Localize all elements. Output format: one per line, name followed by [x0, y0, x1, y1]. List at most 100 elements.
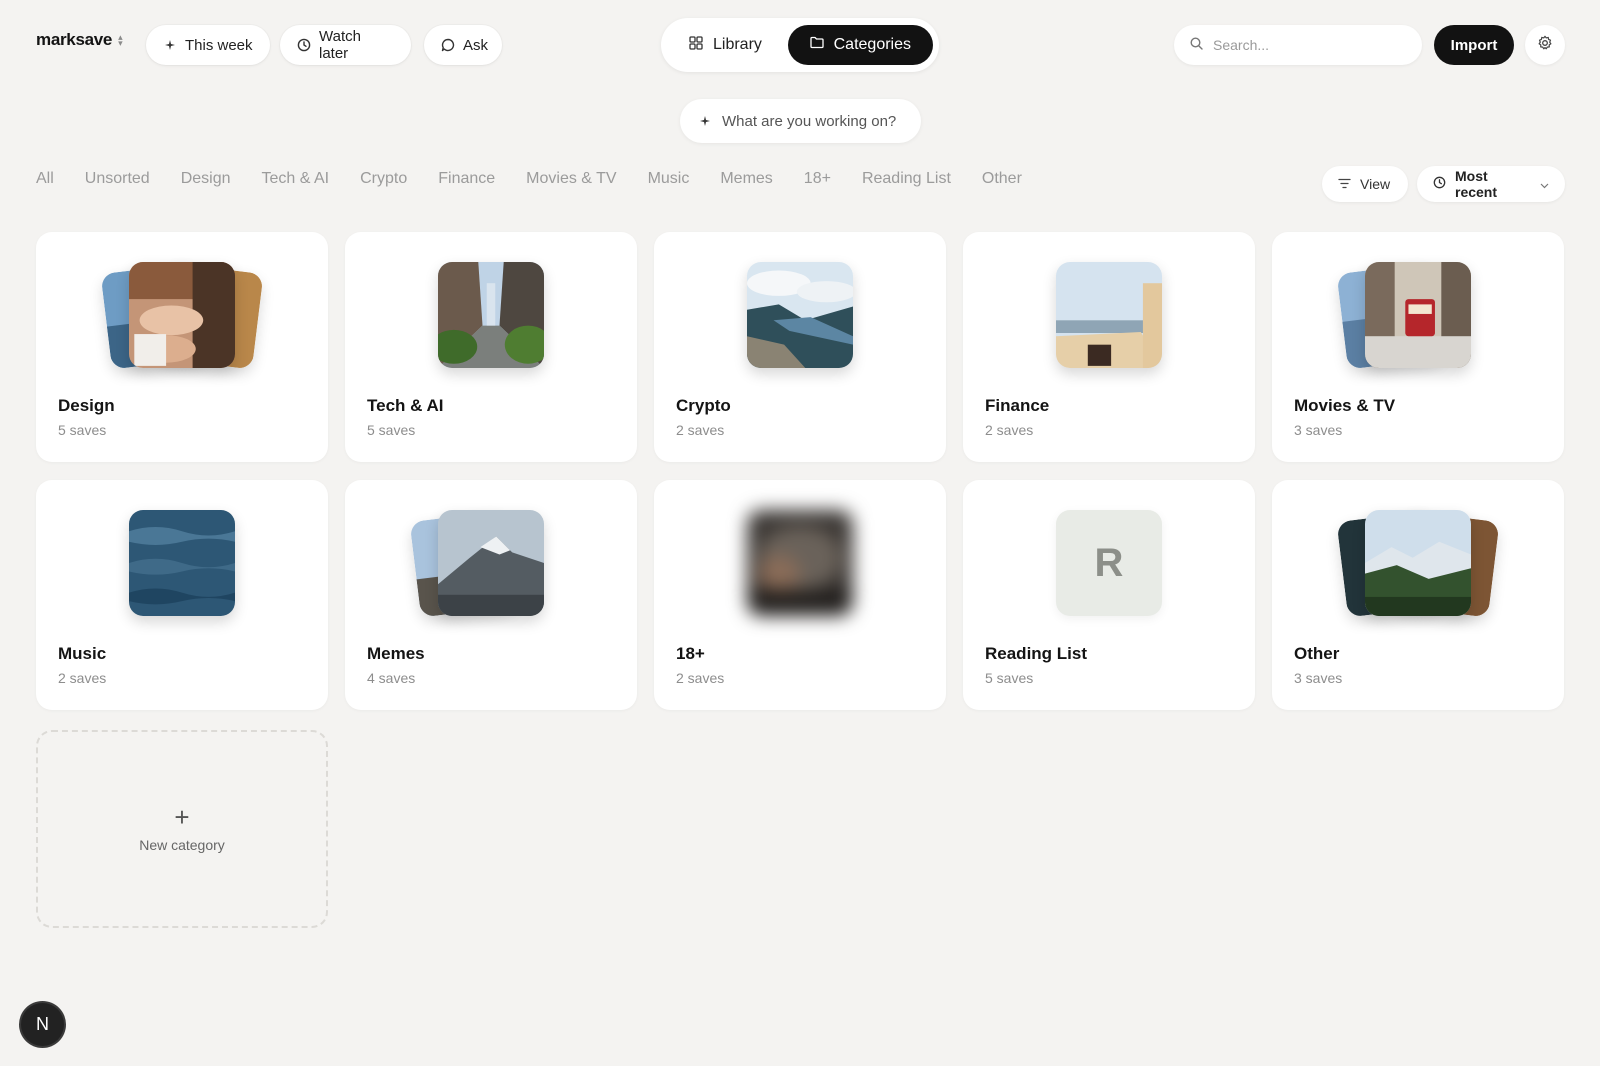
search-placeholder: Search... [1213, 37, 1270, 53]
category-card-design[interactable]: Design 5 saves [36, 232, 328, 462]
letter-placeholder-thumbnail: R [1056, 510, 1162, 616]
category-count: 2 saves [58, 670, 107, 686]
thumbnail-stack [345, 262, 637, 370]
sort-label: Most recent [1455, 168, 1498, 200]
category-filter-tabs: All Unsorted Design Tech & AI Crypto Fin… [36, 170, 1022, 188]
thumbnail-stack [345, 510, 637, 618]
clock-icon [1433, 176, 1446, 192]
thumbnail-stack [1272, 262, 1564, 370]
chat-bubble-icon [441, 38, 455, 52]
thumbnail-stack: R [963, 510, 1255, 618]
category-card-crypto[interactable]: Crypto 2 saves [654, 232, 946, 462]
sort-dropdown[interactable]: Most recent [1417, 166, 1565, 202]
ask-prompt-input[interactable]: What are you working on? [680, 99, 921, 143]
avatar[interactable]: N [21, 1003, 64, 1046]
filter-tech-ai[interactable]: Tech & AI [262, 170, 330, 188]
filter-unsorted[interactable]: Unsorted [85, 170, 150, 188]
filter-18-plus[interactable]: 18+ [804, 170, 831, 188]
ask-label: Ask [463, 36, 489, 54]
category-title: Movies & TV [1294, 396, 1396, 415]
clock-icon [297, 38, 311, 52]
category-count: 3 saves [1294, 422, 1343, 438]
category-count: 3 saves [1294, 670, 1343, 686]
category-title: 18+ [676, 644, 705, 663]
category-title: Tech & AI [367, 396, 444, 415]
category-title: Crypto [676, 396, 731, 415]
ask-prompt-text: What are you working on? [722, 112, 897, 130]
category-title: Memes [367, 644, 425, 663]
thumbnail-image [438, 262, 544, 368]
thumbnail-stack [654, 262, 946, 370]
new-category-button[interactable]: + New category [36, 730, 328, 928]
brand-name: marksave [36, 30, 113, 49]
thumbnail-image [1365, 510, 1471, 616]
category-card-18-plus[interactable]: 18+ 2 saves [654, 480, 946, 710]
category-count: 5 saves [985, 670, 1034, 686]
search-input[interactable]: Search... [1174, 25, 1422, 65]
view-label: View [1360, 176, 1391, 192]
category-card-other[interactable]: Other 3 saves [1272, 480, 1564, 710]
filter-other[interactable]: Other [982, 170, 1022, 188]
tab-library-label: Library [713, 36, 762, 53]
sparkle-icon [163, 38, 177, 52]
thumbnail-image [438, 510, 544, 616]
category-card-reading-list[interactable]: R Reading List 5 saves [963, 480, 1255, 710]
category-card-finance[interactable]: Finance 2 saves [963, 232, 1255, 462]
thumbnail-image [129, 510, 235, 616]
category-card-memes[interactable]: Memes 4 saves [345, 480, 637, 710]
category-card-tech-ai[interactable]: Tech & AI 5 saves [345, 232, 637, 462]
thumbnail-stack [1272, 510, 1564, 618]
filter-lines-icon [1338, 176, 1351, 192]
tab-categories[interactable]: Categories [787, 25, 933, 65]
category-title: Reading List [985, 644, 1088, 663]
thumbnail-image [129, 262, 235, 368]
tab-library[interactable]: Library [667, 25, 784, 65]
top-bar: marksave ▴ ▾ This week Watch later Ask Li… [0, 0, 1600, 92]
view-options-button[interactable]: View [1322, 166, 1408, 202]
filter-design[interactable]: Design [181, 170, 231, 188]
blurred-thumbnail-image [747, 510, 853, 616]
category-card-movies-tv[interactable]: Movies & TV 3 saves [1272, 232, 1564, 462]
category-title: Other [1294, 644, 1340, 663]
thumbnail-image [747, 262, 853, 368]
gear-icon [1537, 35, 1553, 56]
thumbnail-stack [36, 262, 328, 370]
filter-memes[interactable]: Memes [720, 170, 772, 188]
search-icon [1190, 37, 1203, 53]
chevron-down-icon [1540, 176, 1549, 192]
filter-finance[interactable]: Finance [438, 170, 495, 188]
filter-all[interactable]: All [36, 170, 54, 188]
grid-icon [689, 35, 703, 55]
category-grid: Design 5 saves Tech & AI 5 saves Crypto … [36, 232, 1564, 710]
category-count: 4 saves [367, 670, 416, 686]
category-count: 5 saves [58, 422, 107, 438]
filter-movies-tv[interactable]: Movies & TV [526, 170, 616, 188]
this-week-label: This week [185, 36, 253, 54]
thumbnail-image [1365, 262, 1471, 368]
this-week-button[interactable]: This week [146, 25, 270, 65]
settings-button[interactable] [1525, 25, 1565, 65]
category-title: Design [58, 396, 115, 415]
filter-crypto[interactable]: Crypto [360, 170, 407, 188]
chevron-up-down-icon: ▴ ▾ [118, 32, 123, 48]
new-category-label: New category [139, 837, 225, 853]
filter-reading-list[interactable]: Reading List [862, 170, 951, 188]
category-count: 5 saves [367, 422, 416, 438]
thumbnail-stack [654, 510, 946, 618]
category-count: 2 saves [676, 670, 725, 686]
sparkle-icon [700, 113, 710, 130]
import-button[interactable]: Import [1434, 25, 1514, 65]
category-card-music[interactable]: Music 2 saves [36, 480, 328, 710]
ask-button[interactable]: Ask [424, 25, 502, 65]
watch-later-button[interactable]: Watch later [280, 25, 411, 65]
thumbnail-stack [36, 510, 328, 618]
category-title: Finance [985, 396, 1050, 415]
category-count: 2 saves [985, 422, 1034, 438]
plus-icon: + [174, 802, 190, 832]
category-count: 2 saves [676, 422, 725, 438]
view-switcher: Library Categories [661, 18, 939, 72]
folder-icon [809, 36, 824, 54]
filter-music[interactable]: Music [648, 170, 690, 188]
workspace-switcher[interactable]: marksave ▴ ▾ [36, 30, 123, 50]
thumbnail-image [1056, 262, 1162, 368]
